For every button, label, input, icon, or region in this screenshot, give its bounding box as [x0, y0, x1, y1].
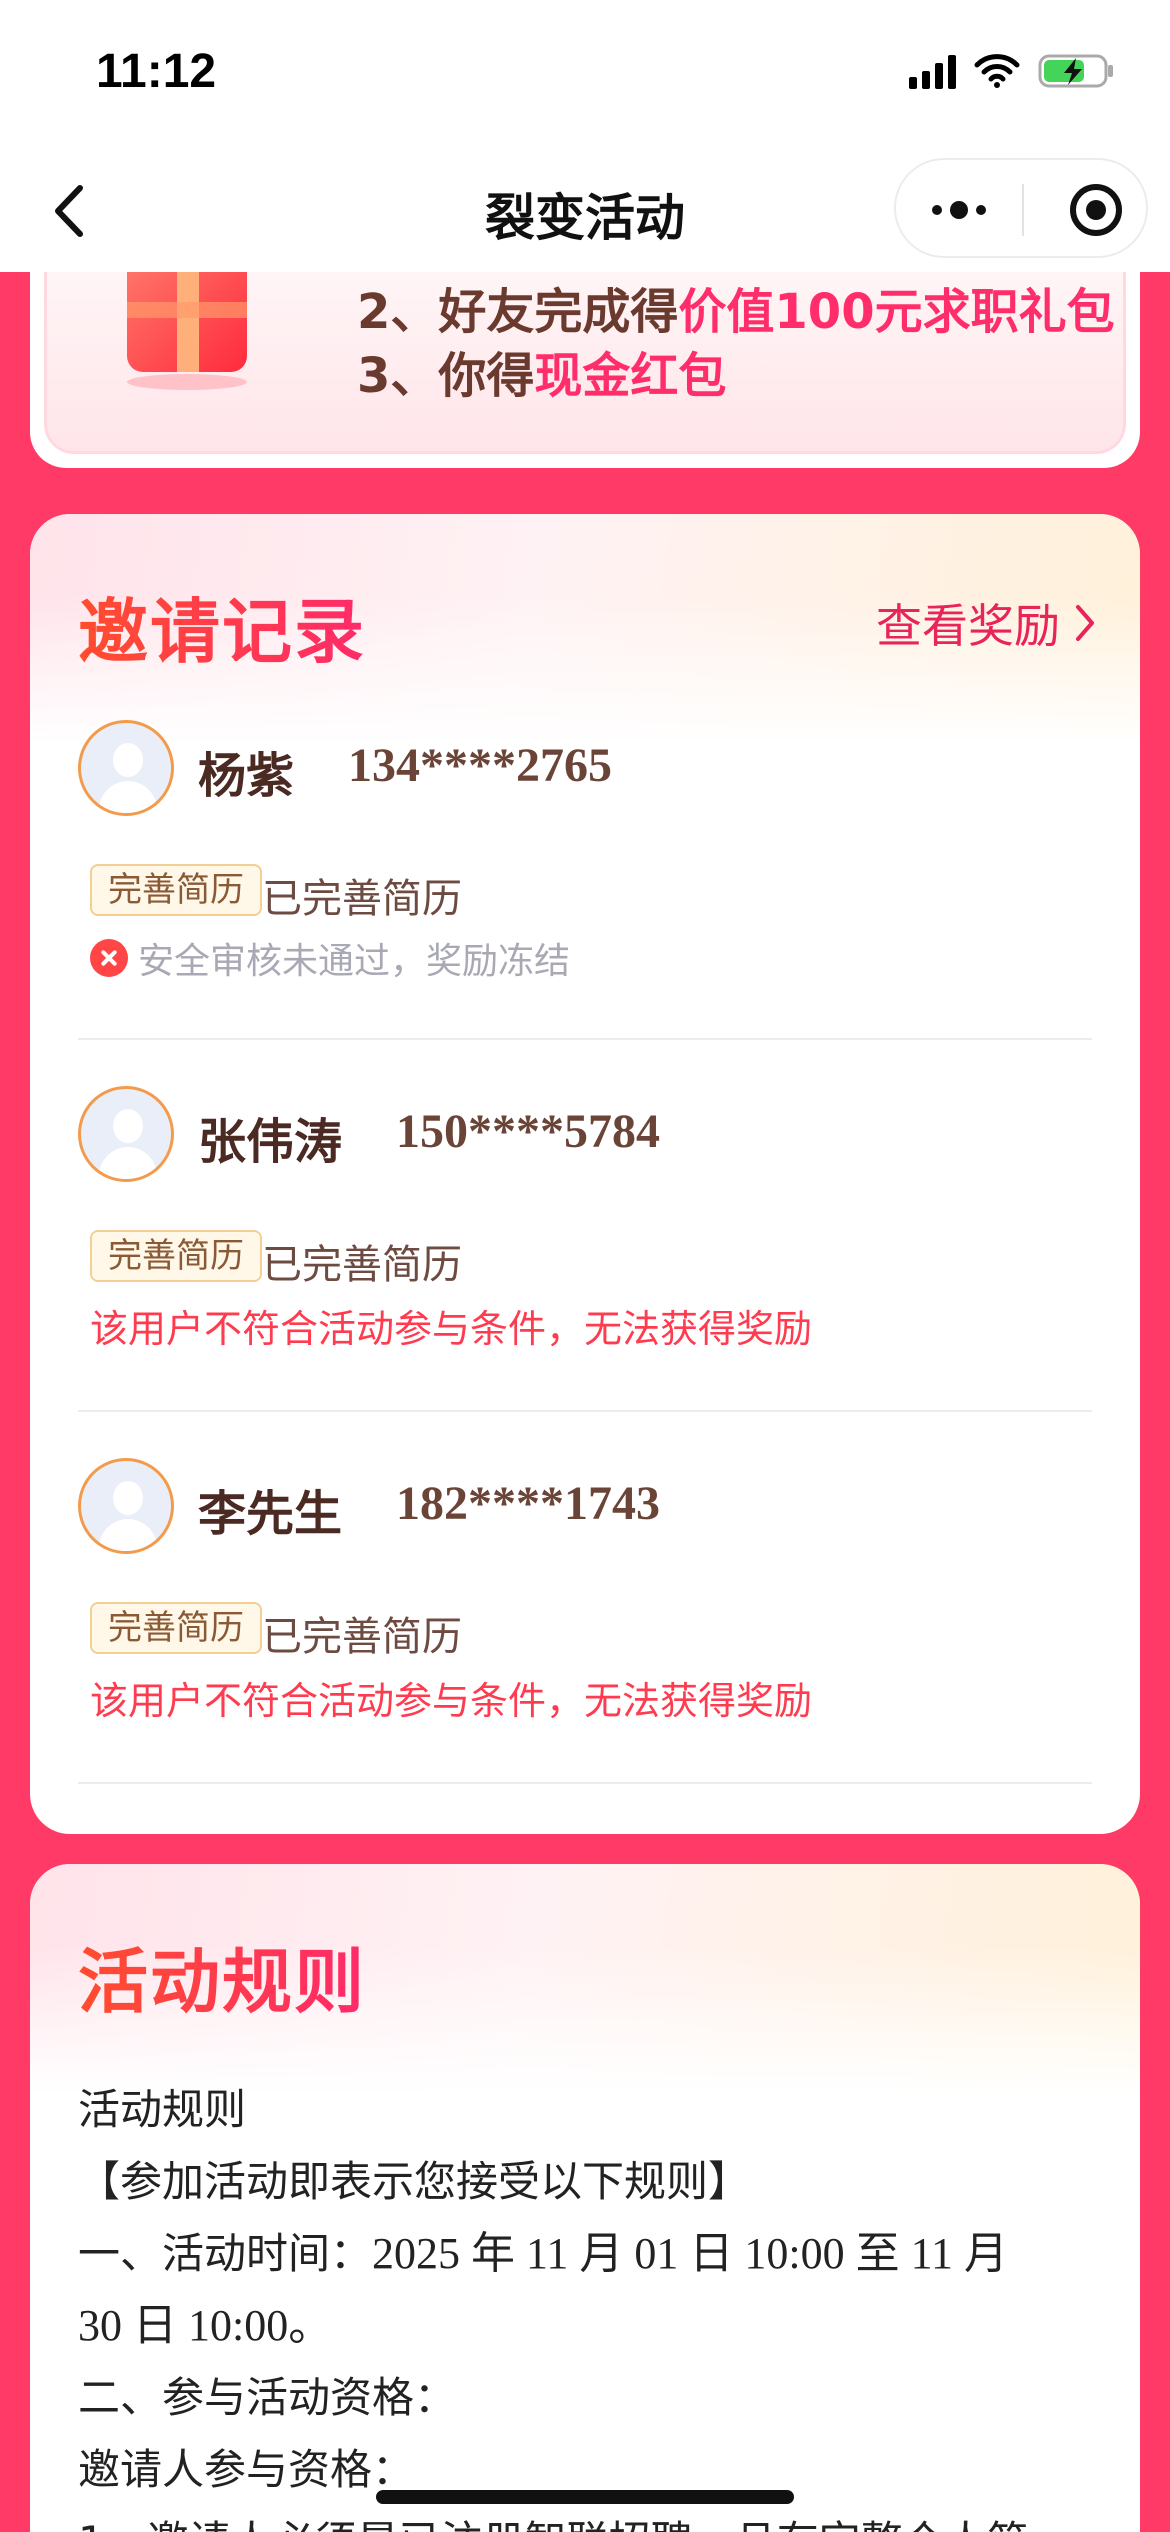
step-2-prefix: 2、好友完成得: [357, 284, 679, 340]
x-circle-icon: [90, 939, 128, 977]
avatar: [78, 1086, 174, 1182]
view-reward-link[interactable]: 查看奖励: [876, 590, 1096, 656]
invitee-name-text: 张伟涛: [198, 1114, 343, 1170]
view-reward-label: 查看奖励: [876, 599, 1060, 653]
status-bar: 11:12: [0, 0, 1170, 150]
rules-line: 【参加活动即表示您接受以下规则】: [78, 2157, 751, 2206]
step-2-line: 2、好友完成得价值100元求职礼包: [357, 272, 1115, 342]
chevron-right-icon: [1076, 605, 1094, 641]
miniprogram-capsule: [894, 158, 1148, 258]
ineligible-status: 该用户不符合活动参与条件，无法获得奖励: [90, 1307, 813, 1351]
invitee-name: 张伟涛: [198, 1102, 342, 1172]
step-3-highlight: 现金红包: [534, 348, 727, 404]
rules-line: 30 日 10:00。: [78, 2301, 333, 2350]
invitee-phone: 150****5784: [396, 1105, 660, 1158]
rules-title: 活动规则: [78, 1926, 366, 2027]
invite-records-card: 邀请记录 查看奖励 杨紫 134****2765 完善简历 已完善简历 安全审核…: [30, 514, 1140, 1834]
invitee-phone: 182****1743: [396, 1477, 660, 1530]
task-status-text: 已完善简历: [262, 1614, 462, 1660]
invite-record-item: 杨紫 134****2765 完善简历 已完善简历 安全审核未通过，奖励冻结: [78, 720, 1092, 1000]
rules-line: 二、参与活动资格：: [78, 2373, 457, 2422]
rules-line-label: 一、活动时间：: [78, 2229, 373, 2278]
more-icon[interactable]: [924, 190, 994, 230]
invite-record-item: 张伟涛 150****5784 完善简历 已完善简历 该用户不符合活动参与条件，…: [78, 1086, 1092, 1366]
invitee-name-text: 李先生: [198, 1486, 343, 1542]
divider: [78, 1410, 1092, 1412]
nav-bar: 裂变活动: [0, 150, 1170, 272]
rules-body: 活动规则 【参加活动即表示您接受以下规则】 一、活动时间：2025 年 11 月…: [78, 2074, 1098, 2532]
activity-steps-card: 2、好友完成得价值100元求职礼包 3、你得现金红包: [30, 272, 1140, 468]
task-tag: 完善简历: [90, 1230, 262, 1282]
invitee-name: 李先生: [198, 1474, 342, 1544]
divider: [78, 1782, 1092, 1784]
avatar: [78, 1458, 174, 1554]
task-tag: 完善简历: [90, 1602, 262, 1654]
step-2-highlight: 价值100元求职礼包: [678, 284, 1115, 340]
home-indicator: [376, 2490, 794, 2504]
rules-line: 一、活动时间：2025 年 11 月 01 日 10:00 至 11 月: [78, 2218, 1098, 2290]
rules-card: 活动规则 活动规则 【参加活动即表示您接受以下规则】 一、活动时间：2025 年…: [30, 1864, 1140, 2532]
activity-steps-inner: 2、好友完成得价值100元求职礼包 3、你得现金红包: [44, 272, 1126, 454]
review-failed-text: 安全审核未通过，奖励冻结: [138, 941, 571, 982]
invitee-name-text: 杨紫: [198, 748, 295, 804]
rules-line: 1、邀请人必须是已注册智联招聘，且有完整个人简: [78, 2506, 1098, 2532]
status-time: 11:12: [96, 45, 217, 98]
step-3-line: 3、你得现金红包: [357, 336, 726, 406]
gift-icon: [107, 272, 267, 392]
step-3-prefix: 3、你得: [357, 348, 535, 404]
task-status-text: 已完善简历: [262, 876, 462, 922]
avatar: [78, 720, 174, 816]
close-miniprogram-icon[interactable]: [1068, 182, 1124, 238]
status-icons: [909, 52, 1116, 90]
review-failed-status: 安全审核未通过，奖励冻结: [90, 932, 570, 984]
rules-line: 活动规则: [78, 2085, 247, 2134]
ineligible-status: 该用户不符合活动参与条件，无法获得奖励: [90, 1679, 813, 1723]
capsule-divider: [1022, 184, 1024, 236]
invite-record-item: 李先生 182****1743 完善简历 已完善简历 该用户不符合活动参与条件，…: [78, 1458, 1092, 1738]
invitee-phone: 134****2765: [348, 739, 612, 792]
invite-records-title: 邀请记录: [78, 576, 366, 677]
task-tag: 完善简历: [90, 864, 262, 916]
battery-icon: [1038, 52, 1116, 90]
invitee-name: 杨紫: [198, 736, 294, 806]
task-status-text: 已完善简历: [262, 1242, 462, 1288]
signal-icon: [909, 53, 956, 89]
rules-date: 2025 年 11 月 01 日 10:00 至 11 月: [372, 2229, 1008, 2278]
wifi-icon: [974, 53, 1020, 89]
divider: [78, 1038, 1092, 1040]
